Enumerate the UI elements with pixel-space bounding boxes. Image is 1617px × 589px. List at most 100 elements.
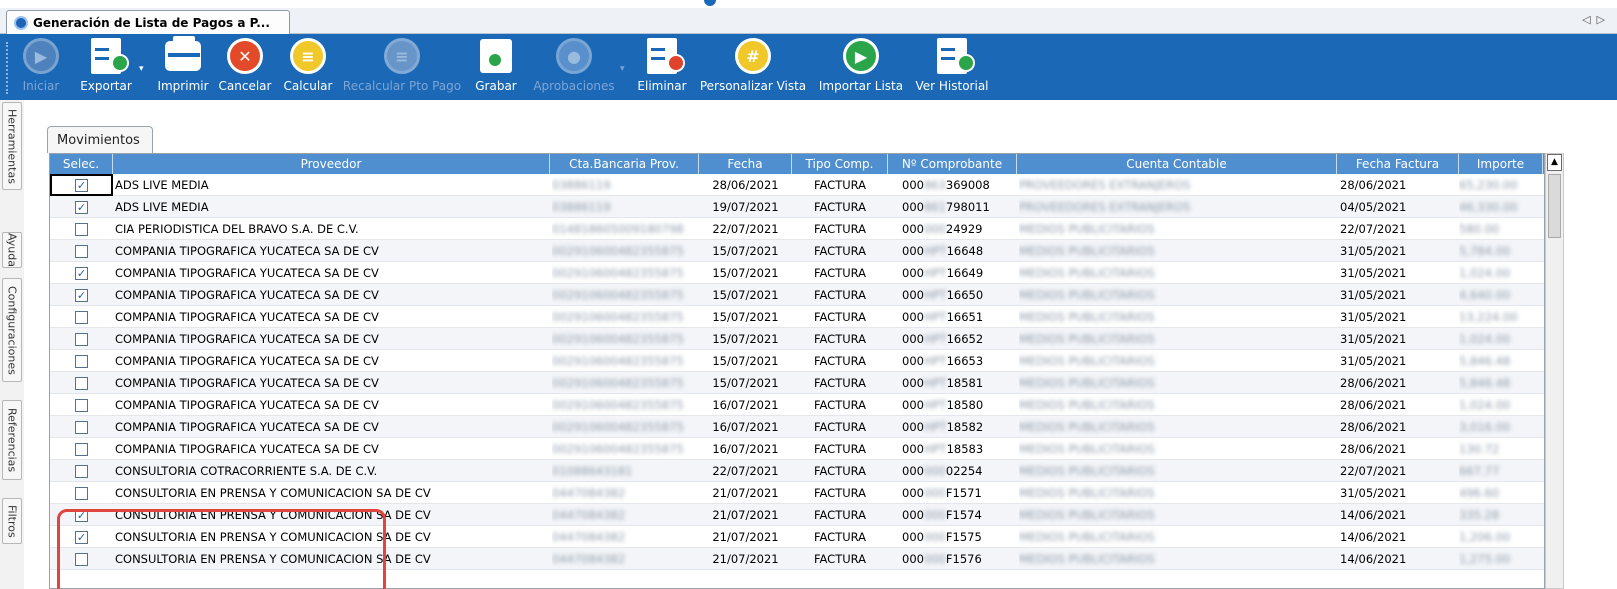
checkbox[interactable]: [75, 464, 88, 478]
cell-num-comprobante: 000 HPT 16648: [902, 240, 1017, 262]
scroll-up-arrow-icon[interactable]: ▲: [1547, 154, 1562, 171]
table-row[interactable]: COMPANIA TIPOGRAFICA YUCATECA SA DE CV 00…: [50, 328, 1544, 350]
col-header-cta-bancaria[interactable]: Cta.Bancaria Prov.: [550, 154, 699, 174]
calculate-button[interactable]: ≡ Calcular: [282, 38, 334, 96]
cell-fecha-factura-text: 28/06/2021: [1340, 420, 1407, 434]
tab-movimientos[interactable]: Movimientos: [47, 126, 153, 153]
checkbox-checked[interactable]: ✓: [75, 266, 88, 280]
table-row[interactable]: ✓ CONSULTORIA EN PRENSA Y COMUNICACION SA…: [50, 504, 1544, 526]
document-tab-strip: Generación de Lista de Pagos a P... ◁▷: [0, 8, 1617, 35]
side-tab-configuraciones[interactable]: Configuraciones: [2, 278, 22, 382]
checkbox-checked[interactable]: ✓: [75, 288, 88, 302]
export-button[interactable]: Exportar: [76, 38, 136, 96]
checkbox[interactable]: [75, 310, 88, 324]
col-header-num-comprobante[interactable]: Nº Comprobante: [888, 154, 1017, 174]
table-row[interactable]: CONSULTORIA EN PRENSA Y COMUNICACION SA …: [50, 482, 1544, 504]
checkbox-checked[interactable]: ✓: [75, 530, 88, 544]
table-row[interactable]: CONSULTORIA EN PRENSA Y COMUNICACION SA …: [50, 548, 1544, 570]
cell-cuenta-contable: MEDIOS PUBLICITARIOS: [1019, 240, 1337, 262]
view-history-button[interactable]: Ver Historial: [914, 38, 990, 96]
export-dropdown-caret-icon[interactable]: ▾: [139, 64, 144, 74]
col-header-tipo-comp[interactable]: Tipo Comp.: [792, 154, 888, 174]
import-list-button[interactable]: ▶ Importar Lista: [818, 38, 904, 96]
cell-num-comprobante: 000 HPT 16651: [902, 306, 1017, 328]
comprobante-masked: HPT: [923, 442, 947, 456]
approvals-dropdown-caret-icon[interactable]: ▾: [620, 64, 625, 74]
table-row[interactable]: COMPANIA TIPOGRAFICA YUCATECA SA DE CV 00…: [50, 372, 1544, 394]
cell-importe-text: 4,640.00: [1459, 288, 1511, 302]
checkbox[interactable]: [75, 398, 88, 412]
cell-importe: 4,640.00: [1459, 284, 1539, 306]
table-row[interactable]: ✓ CONSULTORIA EN PRENSA Y COMUNICACION SA…: [50, 526, 1544, 548]
side-tab-referencias[interactable]: Referencias: [2, 400, 22, 480]
cell-fecha-text: 28/06/2021: [712, 178, 779, 192]
side-tab-herramientas[interactable]: Herramientas: [2, 102, 22, 190]
save-button[interactable]: Grabar: [472, 38, 520, 96]
checkbox[interactable]: [75, 222, 88, 236]
recalculate-button-label: Recalcular Pto Pago: [342, 79, 462, 93]
cell-fecha-factura-text: 31/05/2021: [1340, 244, 1407, 258]
col-header-fecha[interactable]: Fecha: [699, 154, 792, 174]
toolbar-grip[interactable]: [6, 42, 9, 94]
col-header-cuenta-contable[interactable]: Cuenta Contable: [1017, 154, 1337, 174]
col-header-selec[interactable]: Selec.: [50, 154, 113, 174]
table-row[interactable]: CIA PERIODISTICA DEL BRAVO S.A. DE C.V. 0…: [50, 218, 1544, 240]
cell-cuenta-contable-text: MEDIOS PUBLICITARIOS: [1019, 266, 1155, 280]
checkbox[interactable]: [75, 442, 88, 456]
table-row[interactable]: COMPANIA TIPOGRAFICA YUCATECA SA DE CV 00…: [50, 394, 1544, 416]
checkbox[interactable]: [75, 332, 88, 346]
cell-tipo-comp-text: FACTURA: [813, 376, 867, 390]
cell-fecha: 15/07/2021: [699, 240, 792, 262]
delete-button[interactable]: Eliminar: [636, 38, 688, 96]
cell-cta-bancaria: 01088643181: [552, 460, 699, 482]
table-row[interactable]: CONSULTORIA COTRACORRIENTE S.A. DE C.V. 0…: [50, 460, 1544, 482]
cell-importe: 667.77: [1459, 460, 1539, 482]
col-header-proveedor[interactable]: Proveedor: [113, 154, 550, 174]
cell-tipo-comp-text: FACTURA: [813, 354, 867, 368]
cell-fecha-text: 16/07/2021: [712, 420, 779, 434]
print-button[interactable]: Imprimir: [156, 36, 210, 96]
cell-cuenta-contable: MEDIOS PUBLICITARIOS: [1019, 306, 1337, 328]
cell-selec: ✓: [50, 284, 113, 306]
side-tab-ayuda[interactable]: Ayuda: [2, 232, 22, 268]
customize-view-button[interactable]: # Personalizar Vista: [699, 38, 807, 96]
cell-fecha-text: 15/07/2021: [712, 376, 779, 390]
table-row[interactable]: ✓ ADS LIVE MEDIA 03886119 19/07/2021 FACTURA…: [50, 196, 1544, 218]
checkbox[interactable]: [75, 376, 88, 390]
table-row[interactable]: ✓ COMPANIA TIPOGRAFICA YUCATECA SA DE CV 0…: [50, 262, 1544, 284]
table-row[interactable]: COMPANIA TIPOGRAFICA YUCATECA SA DE CV 00…: [50, 416, 1544, 438]
checkbox-checked[interactable]: ✓: [75, 508, 88, 522]
checkbox[interactable]: [75, 552, 88, 566]
side-tab-filtros[interactable]: Filtros: [2, 498, 22, 544]
col-header-fecha-factura[interactable]: Fecha Factura: [1337, 154, 1459, 174]
col-header-importe[interactable]: Importe: [1459, 154, 1543, 174]
cell-fecha-factura: 31/05/2021: [1340, 306, 1459, 328]
grid-vertical-scrollbar[interactable]: ▲: [1545, 153, 1564, 589]
recalculate-button[interactable]: ≡ Recalcular Pto Pago: [343, 38, 461, 96]
cell-cta-bancaria: 0447084382: [552, 482, 699, 504]
checkbox-checked[interactable]: ✓: [75, 200, 88, 214]
cancel-button[interactable]: ✕ Cancelar: [218, 38, 272, 96]
tab-scroll-arrows-icon[interactable]: ◁▷: [1582, 13, 1611, 26]
table-row[interactable]: COMPANIA TIPOGRAFICA YUCATECA SA DE CV 00…: [50, 350, 1544, 372]
table-row[interactable]: COMPANIA TIPOGRAFICA YUCATECA SA DE CV 00…: [50, 240, 1544, 262]
cell-fecha-text: 15/07/2021: [712, 266, 779, 280]
start-button[interactable]: ▶ Iniciar: [18, 38, 64, 96]
table-row[interactable]: ✓ ADS LIVE MEDIA 03886119 28/06/2021 FACTURA…: [50, 174, 1544, 196]
cell-cta-bancaria-text: 002910600482355875: [552, 398, 684, 412]
table-row[interactable]: ✓ COMPANIA TIPOGRAFICA YUCATECA SA DE CV 0…: [50, 284, 1544, 306]
checkbox[interactable]: [75, 486, 88, 500]
checkbox-checked[interactable]: ✓: [75, 178, 88, 192]
document-tab[interactable]: Generación de Lista de Pagos a P...: [6, 10, 290, 35]
scroll-thumb[interactable]: [1548, 174, 1561, 238]
table-row[interactable]: COMPANIA TIPOGRAFICA YUCATECA SA DE CV 00…: [50, 306, 1544, 328]
approvals-button[interactable]: ● Aprobaciones: [532, 38, 616, 96]
comprobante-suffix: F1571: [945, 486, 982, 500]
checkbox[interactable]: [75, 420, 88, 434]
cell-num-comprobante: 000 000 F1575: [902, 526, 1017, 548]
table-row[interactable]: COMPANIA TIPOGRAFICA YUCATECA SA DE CV 00…: [50, 438, 1544, 460]
print-button-label: Imprimir: [157, 79, 209, 93]
checkbox[interactable]: [75, 354, 88, 368]
cell-cuenta-contable-text: MEDIOS PUBLICITARIOS: [1019, 464, 1155, 478]
checkbox[interactable]: [75, 244, 88, 258]
